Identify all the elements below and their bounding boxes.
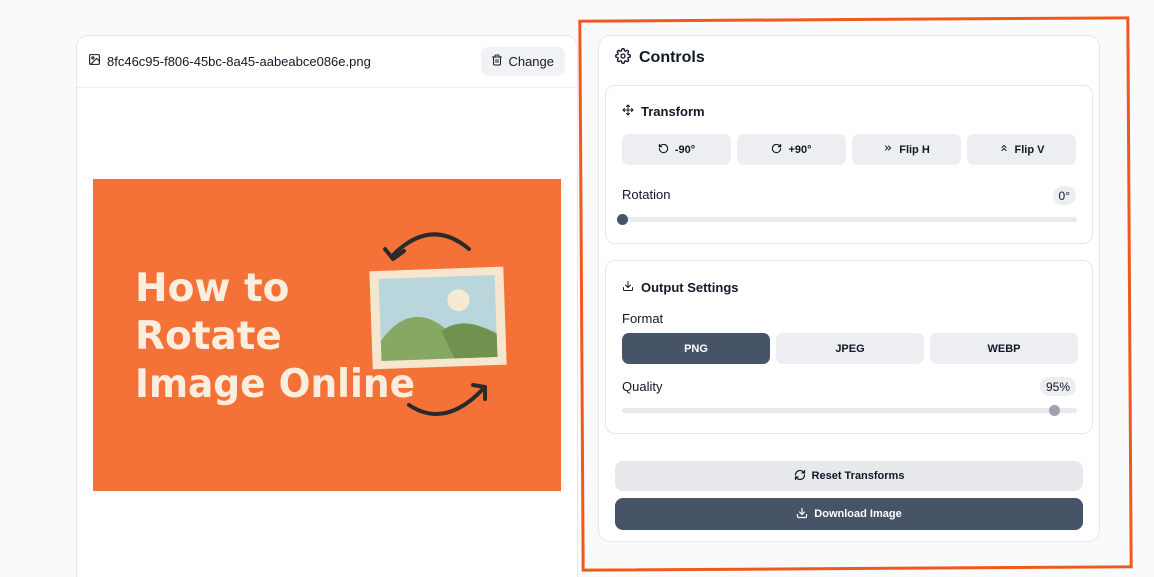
preview-header: 8fc46c95-f806-45bc-8a45-aabeabce086e.png… xyxy=(77,36,577,88)
quality-slider[interactable] xyxy=(622,405,1077,416)
gear-icon xyxy=(615,47,631,69)
change-image-button[interactable]: Change xyxy=(481,47,565,76)
reset-transforms-button[interactable]: Reset Transforms xyxy=(615,461,1083,491)
quality-slider-thumb[interactable] xyxy=(1049,405,1061,416)
download-image-button[interactable]: Download Image xyxy=(615,498,1083,530)
flip-v-label: Flip V xyxy=(1014,143,1045,156)
format-jpeg-button[interactable]: JPEG xyxy=(776,333,924,364)
format-label: Format xyxy=(622,311,664,326)
transform-section: Transform -90° +90° Flip H Flip V Rotati… xyxy=(605,85,1093,244)
rotate-right-label: +90° xyxy=(788,143,812,156)
rotation-label: Rotation xyxy=(622,187,671,202)
file-info: 8fc46c95-f806-45bc-8a45-aabeabce086e.png xyxy=(88,53,371,71)
image-headline-line-3: Image Online xyxy=(135,362,415,407)
preview-image: How to Rotate Image Online xyxy=(93,179,561,491)
rotation-slider-thumb[interactable] xyxy=(617,214,628,225)
rotate-left-button[interactable]: -90° xyxy=(622,134,731,165)
rotate-ccw-icon xyxy=(658,143,669,157)
quality-label: Quality xyxy=(622,379,663,394)
download-label: Download Image xyxy=(814,508,902,520)
image-headline-line-1: How to xyxy=(135,266,289,311)
format-buttons: PNG JPEG WEBP xyxy=(622,333,1078,364)
reset-label: Reset Transforms xyxy=(811,470,905,482)
output-settings-section: Output Settings Format PNG JPEG WEBP Qua… xyxy=(605,260,1093,434)
image-preview-panel: 8fc46c95-f806-45bc-8a45-aabeabce086e.png… xyxy=(76,35,578,577)
rotation-slider[interactable] xyxy=(617,214,1077,225)
rotate-cw-icon xyxy=(771,143,782,157)
image-headline-line-2: Rotate xyxy=(135,314,282,359)
rotation-value-badge: 0° xyxy=(1052,186,1076,205)
change-label: Change xyxy=(508,54,554,69)
transform-title: Transform xyxy=(641,103,705,119)
flip-h-label: Flip H xyxy=(899,143,930,156)
trash-icon xyxy=(491,54,503,69)
download-icon xyxy=(622,280,634,295)
format-png-button[interactable]: PNG xyxy=(622,333,770,364)
controls-title: Controls xyxy=(639,49,705,66)
chevrons-up-icon xyxy=(999,143,1009,156)
rotate-left-label: -90° xyxy=(674,143,696,156)
download-icon xyxy=(796,507,808,522)
flip-horizontal-button[interactable]: Flip H xyxy=(852,134,961,165)
move-icon xyxy=(622,104,634,119)
quality-value-badge: 95% xyxy=(1039,377,1076,396)
picture-frame-icon xyxy=(369,266,507,370)
output-title: Output Settings xyxy=(641,279,739,295)
transform-buttons: -90° +90° Flip H Flip V xyxy=(622,134,1076,165)
image-file-icon xyxy=(88,53,101,71)
controls-panel: Controls Transform -90° +90° Flip H Flip… xyxy=(598,35,1100,542)
format-webp-button[interactable]: WEBP xyxy=(930,333,1078,364)
transform-title-row: Transform xyxy=(622,102,705,120)
controls-header: Controls xyxy=(615,47,705,69)
output-title-row: Output Settings xyxy=(622,278,739,296)
file-name: 8fc46c95-f806-45bc-8a45-aabeabce086e.png xyxy=(107,54,371,69)
chevrons-right-icon xyxy=(883,143,893,156)
rotate-right-button[interactable]: +90° xyxy=(737,134,846,165)
refresh-icon xyxy=(794,469,806,484)
flip-vertical-button[interactable]: Flip V xyxy=(967,134,1076,165)
